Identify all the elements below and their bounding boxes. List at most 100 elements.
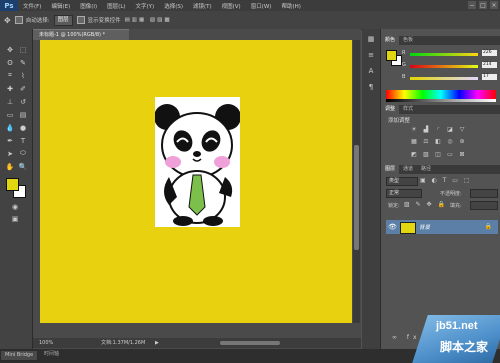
lock-icons[interactable]: ▨ ✎ ✥ 🔒 [404,201,447,208]
posterize-icon[interactable]: ▨ [422,151,430,158]
auto-select-dropdown[interactable]: 图层 [53,14,73,26]
layer-kind-filter[interactable]: 类型 [386,177,418,186]
tab-styles[interactable]: 样式 [399,105,417,114]
timeline-tab[interactable]: 时间轴 [40,350,63,359]
blue-slider[interactable] [410,77,478,80]
color-spectrum-bar[interactable] [386,90,496,99]
properties-panel-icon[interactable]: ≡ [366,50,376,59]
zoom-tool-icon[interactable]: 🔍 [18,162,28,171]
horizontal-scroll-thumb[interactable] [220,341,280,345]
menu-window[interactable]: 窗口(W) [246,2,277,10]
screen-mode-icon[interactable]: ▣ [10,214,20,223]
blue-value-input[interactable]: 17 [482,74,497,80]
tab-layers[interactable]: 图层 [381,165,400,174]
watermark-site: jb51.net [436,320,478,332]
crop-tool-icon[interactable]: ⌗ [5,71,15,80]
levels-icon[interactable]: ▟ [422,126,430,133]
eyedropper-icon[interactable]: ⌇ [18,71,28,80]
red-slider[interactable] [410,53,478,56]
dodge-tool-icon[interactable]: ● [18,123,28,132]
vertical-scroll-thumb[interactable] [354,145,359,250]
quick-select-icon[interactable]: ✎ [18,58,28,67]
gradient-tool-icon[interactable]: ▤ [18,110,28,119]
move-tool-icon[interactable]: ✥ [4,16,11,25]
watermark-name: 脚本之家 [440,340,489,354]
photo-filter-icon[interactable]: ◎ [446,138,454,145]
menu-help[interactable]: 帮助(H) [276,2,305,10]
curves-icon[interactable]: ◜ [434,126,442,133]
filter-icons[interactable]: ▣ ◐ T ▭ ⬚ [420,177,472,184]
brush-tool-icon[interactable]: ✐ [18,84,28,93]
opacity-label: 不透明度: [440,191,462,197]
channel-mixer-icon[interactable]: ⊛ [458,138,466,145]
pen-tool-icon[interactable]: ✒ [5,136,15,145]
show-transform-checkbox[interactable] [76,16,85,24]
blue-channel-label: B [402,74,406,80]
red-channel-label: R [402,50,406,56]
tab-adjustments[interactable]: 调整 [381,105,400,114]
menu-type[interactable]: 文字(Y) [131,2,160,10]
selective-color-icon[interactable]: ⊠ [458,151,466,158]
menu-view[interactable]: 视图(V) [217,2,246,10]
mini-bridge-tab[interactable]: Mini Bridge [0,350,39,361]
history-panel-icon[interactable]: ▦ [366,34,376,43]
lasso-tool-icon[interactable]: ʘ [5,58,15,67]
type-tool-icon[interactable]: T [18,136,28,145]
threshold-icon[interactable]: ◫ [434,151,442,158]
tab-channels[interactable]: 通道 [399,165,417,174]
stamp-tool-icon[interactable]: ⊥ [5,97,15,106]
exposure-icon[interactable]: ◪ [446,126,454,133]
tab-color[interactable]: 颜色 [381,36,400,45]
opacity-input[interactable] [470,189,498,198]
green-value-input[interactable]: 214 [482,62,497,68]
red-value-input[interactable]: 226 [482,50,497,56]
close-button[interactable]: × [490,1,498,9]
auto-select-checkbox[interactable] [14,16,23,24]
invert-icon[interactable]: ◩ [410,151,418,158]
black-white-icon[interactable]: ◧ [434,138,442,145]
document-size: 文档:1.37M/1.26M [101,340,146,346]
menu-edit[interactable]: 编辑(E) [46,2,75,10]
lock-label: 锁定: [388,203,400,209]
layer-row-background[interactable]: 👁 背景 🔒 [386,220,498,234]
tab-paths[interactable]: 路径 [417,165,435,174]
history-brush-icon[interactable]: ↺ [18,97,28,106]
menu-image[interactable]: 图像(I) [75,2,102,10]
gradient-map-icon[interactable]: ▭ [446,151,454,158]
eraser-tool-icon[interactable]: ▭ [5,110,15,119]
document-tab[interactable]: 未标题-1 @ 100%(RGB/8) * [33,29,129,40]
character-panel-icon[interactable]: A [366,66,376,75]
menu-select[interactable]: 选择(S) [159,2,188,10]
color-fg-swatch[interactable] [386,50,397,61]
menu-file[interactable]: 文件(F) [18,2,46,10]
green-slider[interactable] [410,65,478,68]
hand-tool-icon[interactable]: ✋ [5,162,15,171]
fill-input[interactable] [470,201,498,210]
menu-layer[interactable]: 图层(L) [102,2,130,10]
zoom-level[interactable]: 100% [39,338,53,348]
marquee-tool-icon[interactable]: ⬚ [18,45,28,54]
color-balance-icon[interactable]: ⚖ [422,138,430,145]
shape-tool-icon[interactable]: ⬭ [18,149,28,158]
maximize-button[interactable]: □ [479,1,487,9]
foreground-color-swatch[interactable] [6,178,19,191]
grayscale-ramp[interactable] [386,99,496,102]
paragraph-panel-icon[interactable]: ¶ [366,82,376,91]
menu-filter[interactable]: 滤镜(T) [188,2,217,10]
healing-brush-icon[interactable]: ✚ [5,84,15,93]
minimize-button[interactable]: − [468,1,476,9]
path-select-icon[interactable]: ➤ [5,149,15,158]
blur-tool-icon[interactable]: 💧 [5,123,15,132]
quick-mask-icon[interactable]: ◉ [10,202,20,211]
align-icons[interactable]: ▤▥▦ ▧▨▩ [125,17,172,23]
blend-mode-dropdown[interactable]: 正常 [386,189,422,198]
vibrance-icon[interactable]: ▽ [458,126,466,133]
brightness-icon[interactable]: ☀ [410,126,418,133]
move-tool-icon[interactable]: ✥ [5,45,15,54]
layer-name[interactable]: 背景 [419,223,430,231]
visibility-eye-icon[interactable]: 👁 [388,223,397,231]
hue-sat-icon[interactable]: ▦ [410,138,418,145]
tab-swatches[interactable]: 色板 [399,36,417,45]
status-arrow-icon[interactable]: ▶ [155,338,159,348]
panda-illustration [154,104,241,226]
